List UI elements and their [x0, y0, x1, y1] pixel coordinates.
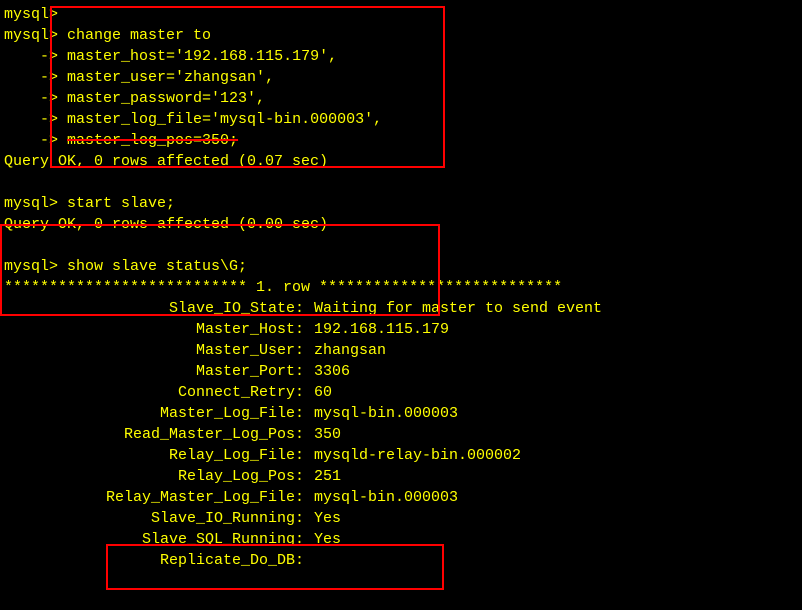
status-key: Relay_Master_Log_File: [4, 487, 304, 508]
status-key: Slave_IO_Running: [4, 508, 304, 529]
terminal-line: -> master_host='192.168.115.179', [4, 46, 798, 67]
terminal-line: Query OK, 0 rows affected (0.07 sec) [4, 151, 798, 172]
command-text: change master to [67, 27, 211, 44]
status-value: mysql-bin.000003 [304, 403, 458, 424]
status-value: 60 [304, 382, 332, 403]
command-text: master_log_file='mysql-bin.000003', [67, 111, 382, 128]
command-text: master_host='192.168.115.179', [67, 48, 337, 65]
status-key: Replicate_Do_DB: [4, 550, 304, 571]
status-key: Master_Host: [4, 319, 304, 340]
terminal-line: mysql> show slave status\G; [4, 256, 798, 277]
mysql-prompt: mysql> [4, 258, 58, 275]
status-key: Master_User: [4, 340, 304, 361]
continuation-arrow: -> [4, 48, 58, 65]
command-text-strikethrough: master_log_pos=350; [67, 132, 238, 149]
status-value: mysqld-relay-bin.000002 [304, 445, 521, 466]
mysql-prompt: mysql> [4, 6, 58, 23]
terminal-line [4, 172, 798, 193]
result-text: Query OK, 0 rows affected (0.07 sec) [4, 153, 328, 170]
terminal-line: Query OK, 0 rows affected (0.00 sec) [4, 214, 798, 235]
status-value: Yes [304, 529, 341, 550]
continuation-arrow: -> [4, 90, 58, 107]
status-row: Replicate_Do_DB: [4, 550, 798, 571]
result-text: Query OK, 0 rows affected (0.00 sec) [4, 216, 328, 233]
terminal-line [4, 235, 798, 256]
status-row: Read_Master_Log_Pos:350 [4, 424, 798, 445]
status-value [304, 550, 314, 571]
status-value: 192.168.115.179 [304, 319, 449, 340]
status-row: Slave_SQL_Running:Yes [4, 529, 798, 550]
row-separator: *************************** 1. row *****… [4, 279, 562, 296]
status-key: Read_Master_Log_Pos: [4, 424, 304, 445]
mysql-prompt: mysql> [4, 27, 58, 44]
status-row: Master_Host:192.168.115.179 [4, 319, 798, 340]
status-row: Relay_Log_File:mysqld-relay-bin.000002 [4, 445, 798, 466]
command-text: master_user='zhangsan', [67, 69, 274, 86]
status-key: Slave_SQL_Running: [4, 529, 304, 550]
terminal-line: mysql> start slave; [4, 193, 798, 214]
status-row: Relay_Log_Pos:251 [4, 466, 798, 487]
status-row: Slave_IO_State:Waiting for master to sen… [4, 298, 798, 319]
status-row: Connect_Retry:60 [4, 382, 798, 403]
status-key: Relay_Log_File: [4, 445, 304, 466]
terminal-line: *************************** 1. row *****… [4, 277, 798, 298]
status-row: Master_User:zhangsan [4, 340, 798, 361]
status-value: Yes [304, 508, 341, 529]
status-row: Slave_IO_Running:Yes [4, 508, 798, 529]
terminal-line: -> master_user='zhangsan', [4, 67, 798, 88]
terminal-line: -> master_log_file='mysql-bin.000003', [4, 109, 798, 130]
status-key: Master_Port: [4, 361, 304, 382]
terminal-line: mysql> change master to [4, 25, 798, 46]
status-value: mysql-bin.000003 [304, 487, 458, 508]
terminal-line: -> master_log_pos=350; [4, 130, 798, 151]
continuation-arrow: -> [4, 69, 58, 86]
terminal-line: -> master_password='123', [4, 88, 798, 109]
status-key: Connect_Retry: [4, 382, 304, 403]
status-key: Master_Log_File: [4, 403, 304, 424]
status-key: Relay_Log_Pos: [4, 466, 304, 487]
status-key: Slave_IO_State: [4, 298, 304, 319]
status-value: 350 [304, 424, 341, 445]
command-text: show slave status\G; [67, 258, 247, 275]
command-text: master_password='123', [67, 90, 265, 107]
status-value: Waiting for master to send event [304, 298, 602, 319]
status-row: Master_Log_File:mysql-bin.000003 [4, 403, 798, 424]
status-value: zhangsan [304, 340, 386, 361]
status-row: Relay_Master_Log_File:mysql-bin.000003 [4, 487, 798, 508]
terminal-line: mysql> [4, 4, 798, 25]
status-value: 3306 [304, 361, 350, 382]
mysql-prompt: mysql> [4, 195, 58, 212]
continuation-arrow: -> [4, 132, 58, 149]
status-row: Master_Port:3306 [4, 361, 798, 382]
continuation-arrow: -> [4, 111, 58, 128]
command-text: start slave; [67, 195, 175, 212]
status-value: 251 [304, 466, 341, 487]
